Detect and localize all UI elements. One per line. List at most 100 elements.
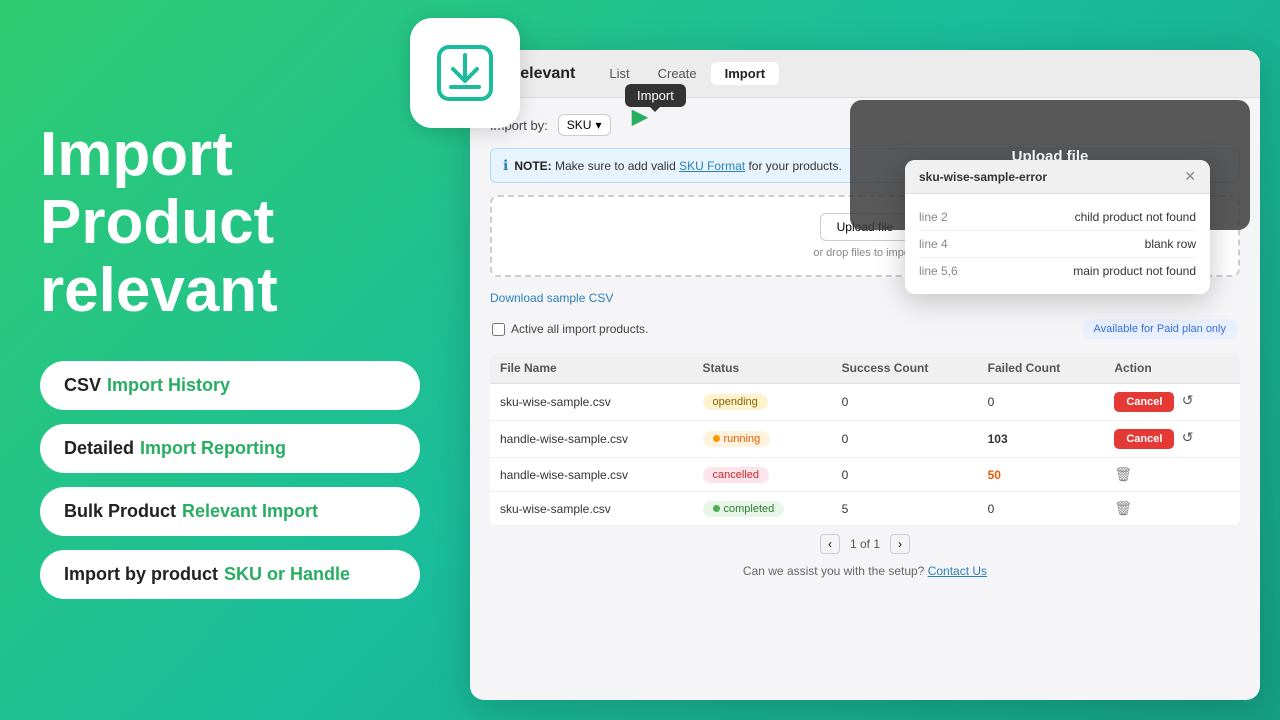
cell-success: 0	[832, 458, 978, 492]
error-row: line 2 child product not found	[919, 204, 1196, 231]
table-row: handle-wise-sample.csv cancelled 0 50 🗑	[490, 458, 1240, 492]
error-message: child product not found	[1075, 210, 1196, 224]
download-sample-link[interactable]: Download sample CSV	[490, 291, 613, 305]
left-panel: ImportProductrelevant CSV Import History…	[0, 0, 460, 720]
feature-csv-history: CSV Import History	[40, 361, 420, 410]
download-box-icon	[435, 43, 495, 103]
feature-suffix: Import Reporting	[140, 438, 286, 459]
cell-success: 5	[832, 492, 978, 526]
cell-filename: sku-wise-sample.csv	[490, 384, 693, 421]
cell-status: completed	[693, 492, 832, 526]
error-modal-title: sku-wise-sample-error	[919, 170, 1047, 184]
feature-sku-handle: Import by product SKU or Handle	[40, 550, 420, 599]
cancel-button[interactable]: Cancel	[1114, 392, 1174, 412]
status-badge-running: running	[703, 431, 771, 447]
refresh-icon[interactable]: ↺	[1182, 429, 1194, 446]
tab-create[interactable]: Create	[644, 62, 711, 85]
sku-format-link[interactable]: SKU Format	[679, 159, 745, 173]
status-badge-completed: completed	[703, 501, 785, 517]
cell-failed: 103	[978, 421, 1105, 458]
error-modal: sku-wise-sample-error ✕ line 2 child pro…	[905, 160, 1210, 294]
cell-failed: 0	[978, 492, 1105, 526]
error-modal-body: line 2 child product not found line 4 bl…	[905, 194, 1210, 294]
error-row: line 4 blank row	[919, 231, 1196, 258]
import-table: File Name Status Success Count Failed Co…	[490, 353, 1240, 526]
contact-link[interactable]: Contact Us	[928, 564, 987, 578]
cell-status: opending	[693, 384, 832, 421]
cell-action: Cancel ↺	[1104, 384, 1240, 421]
active-checkbox-row: Active all import products.	[492, 322, 648, 336]
status-badge-cancelled: cancelled	[703, 467, 769, 483]
error-message: main product not found	[1073, 264, 1196, 278]
active-all-checkbox[interactable]	[492, 323, 505, 336]
col-filename: File Name	[490, 353, 693, 384]
assist-label: Can we assist you with the setup?	[743, 564, 924, 578]
active-row: Active all import products. Available fo…	[490, 319, 1240, 339]
sku-select[interactable]: SKU ▾	[558, 114, 611, 136]
error-modal-header: sku-wise-sample-error ✕	[905, 160, 1210, 194]
refresh-icon[interactable]: ↺	[1182, 392, 1194, 409]
col-action: Action	[1104, 353, 1240, 384]
cursor-arrow: ▶	[632, 104, 647, 129]
error-message: blank row	[1145, 237, 1196, 251]
note-end: for your products.	[748, 159, 841, 173]
feature-list: CSV Import History Detailed Import Repor…	[40, 361, 420, 599]
assist-text: Can we assist you with the setup? Contac…	[490, 558, 1240, 578]
cancel-button[interactable]: Cancel	[1114, 429, 1174, 449]
pagination: ‹ 1 of 1 ›	[490, 526, 1240, 558]
cell-filename: handle-wise-sample.csv	[490, 421, 693, 458]
info-icon: ℹ	[503, 157, 508, 174]
cell-failed: 50	[978, 458, 1105, 492]
status-badge-pending: opending	[703, 394, 768, 410]
error-row: line 5,6 main product not found	[919, 258, 1196, 284]
delete-icon[interactable]: 🗑	[1114, 500, 1132, 516]
table-row: sku-wise-sample.csv completed 5 0 🗑	[490, 492, 1240, 526]
note-detail: Make sure to add valid	[555, 159, 676, 173]
cell-action: 🗑	[1104, 492, 1240, 526]
paid-plan-badge: Available for Paid plan only	[1082, 319, 1239, 339]
col-status: Status	[693, 353, 832, 384]
cell-success: 0	[832, 384, 978, 421]
feature-suffix: Relevant Import	[182, 501, 318, 522]
table-row: sku-wise-sample.csv opending 0 0 Cancel …	[490, 384, 1240, 421]
tab-import[interactable]: Import	[711, 62, 779, 85]
prev-page-button[interactable]: ‹	[820, 534, 840, 554]
cell-action: 🗑	[1104, 458, 1240, 492]
error-line: line 4	[919, 237, 948, 251]
sku-value: SKU	[567, 118, 592, 132]
feature-prefix: Detailed	[64, 438, 134, 459]
feature-suffix: Import History	[107, 375, 230, 396]
error-line: line 2	[919, 210, 948, 224]
tab-list[interactable]: List	[595, 62, 643, 85]
cell-failed: 0	[978, 384, 1105, 421]
feature-prefix: Import by product	[64, 564, 218, 585]
main-title: ImportProductrelevant	[40, 121, 420, 326]
dot-orange-icon	[713, 435, 720, 442]
close-icon[interactable]: ✕	[1184, 168, 1196, 185]
nav-tabs: List Create Import	[595, 62, 779, 85]
window-header: ct Relevant List Create Import	[470, 50, 1260, 98]
next-page-button[interactable]: ›	[890, 534, 910, 554]
error-line: line 5,6	[919, 264, 958, 278]
feature-suffix: SKU or Handle	[224, 564, 350, 585]
feature-bulk-import: Bulk Product Relevant Import	[40, 487, 420, 536]
app-icon	[410, 18, 520, 128]
dot-green-icon	[713, 505, 720, 512]
delete-icon[interactable]: 🗑	[1114, 466, 1132, 482]
cell-action: Cancel ↺	[1104, 421, 1240, 458]
upload-hint: or drop files to import	[813, 247, 916, 259]
page-info: 1 of 1	[850, 537, 880, 551]
feature-detailed-reporting: Detailed Import Reporting	[40, 424, 420, 473]
chevron-down-icon: ▾	[595, 118, 601, 132]
cell-filename: handle-wise-sample.csv	[490, 458, 693, 492]
note-bold: NOTE:	[514, 159, 551, 173]
feature-prefix: Bulk Product	[64, 501, 176, 522]
feature-prefix: CSV	[64, 375, 101, 396]
col-failed: Failed Count	[978, 353, 1105, 384]
col-success: Success Count	[832, 353, 978, 384]
cell-status: cancelled	[693, 458, 832, 492]
table-row: handle-wise-sample.csv running 0 103 Can…	[490, 421, 1240, 458]
cell-success: 0	[832, 421, 978, 458]
active-label: Active all import products.	[511, 322, 648, 336]
cell-filename: sku-wise-sample.csv	[490, 492, 693, 526]
